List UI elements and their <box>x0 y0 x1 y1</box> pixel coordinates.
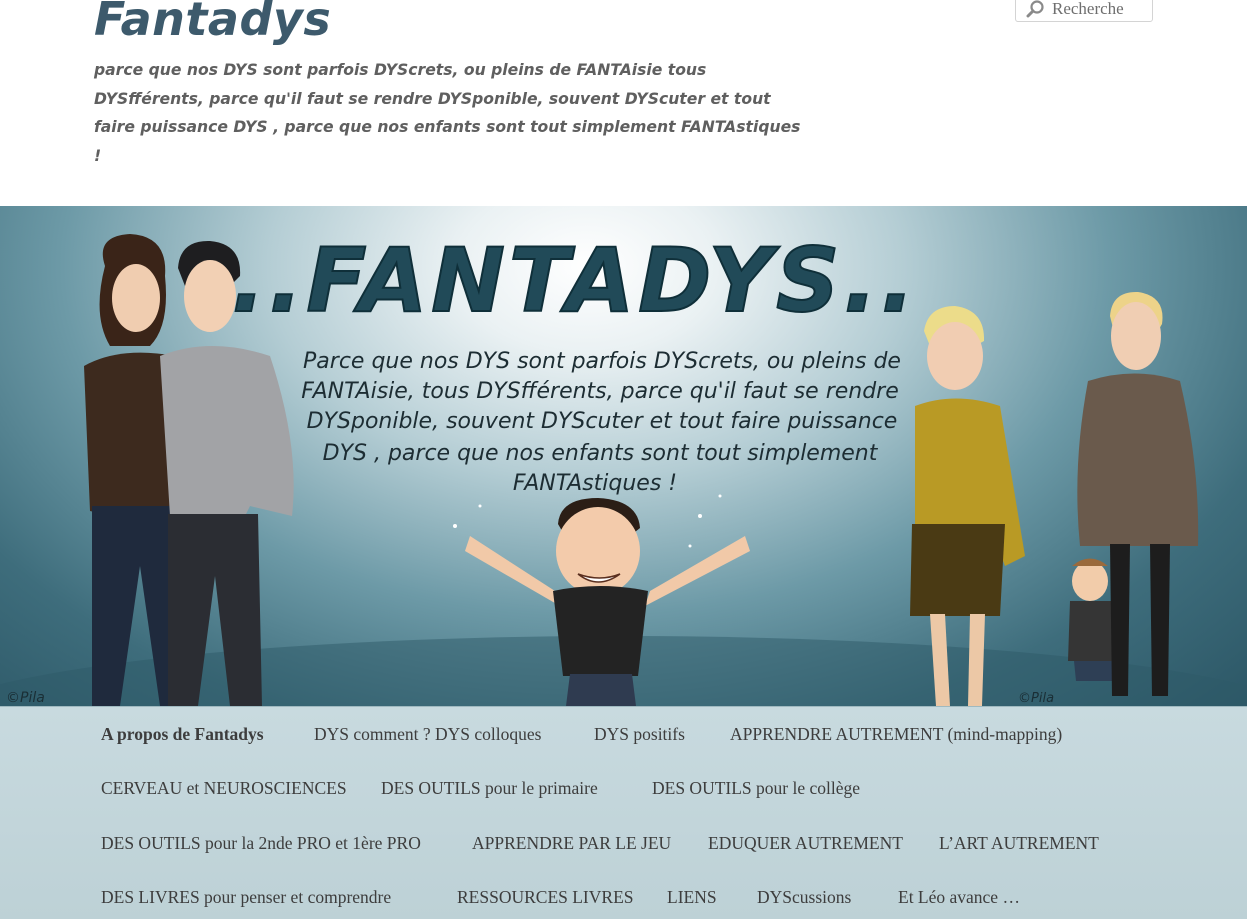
nav-item-liens[interactable]: LIENS <box>667 887 717 908</box>
nav-item-et-leo-avance[interactable]: Et Léo avance … <box>898 887 1020 908</box>
site-header: Fantadys parce que nos DYS sont parfois … <box>0 0 1247 206</box>
banner-quote-line: DYSponible, souvent DYScuter et tout fai… <box>307 409 898 434</box>
header-banner-image[interactable]: ..FANTADYS.. Parce que nos DYS sont parf… <box>0 206 1247 706</box>
banner-quote-line: DYS , parce que nos enfants sont tout si… <box>323 441 879 466</box>
banner-quote-line: FANTAstiques ! <box>513 471 677 496</box>
search-input[interactable]: Recherche <box>1052 0 1124 19</box>
nav-item-outils-primaire[interactable]: DES OUTILS pour le primaire <box>381 778 598 799</box>
nav-item-apprendre-jeu[interactable]: APPRENDRE PAR LE JEU <box>472 833 671 854</box>
nav-item-outils-pro[interactable]: DES OUTILS pour la 2nde PRO et 1ère PRO <box>101 833 421 854</box>
banner-quote: Parce que nos DYS sont parfois DYScrets,… <box>301 349 901 496</box>
search-box[interactable]: Recherche <box>1015 0 1153 22</box>
site-tagline: parce que nos DYS sont parfois DYScrets,… <box>94 61 801 165</box>
signature-left: ©Pila <box>6 690 45 706</box>
nav-item-outils-college[interactable]: DES OUTILS pour le collège <box>652 778 860 799</box>
nav-item-livres-penser[interactable]: DES LIVRES pour penser et comprendre <box>101 887 391 908</box>
nav-item-cerveau[interactable]: CERVEAU et NEUROSCIENCES <box>101 778 347 799</box>
banner-quote-line: Parce que nos DYS sont parfois DYScrets,… <box>303 349 901 374</box>
nav-item-a-propos[interactable]: A propos de Fantadys <box>101 724 264 745</box>
nav-item-dyscussions[interactable]: DYScussions <box>757 887 851 908</box>
banner-logo-text: ..FANTADYS.. <box>232 229 919 332</box>
nav-item-apprendre-autrement[interactable]: APPRENDRE AUTREMENT (mind-mapping) <box>730 724 1062 745</box>
main-navigation: A propos de Fantadys DYS comment ? DYS c… <box>0 706 1247 919</box>
nav-item-eduquer-autrement[interactable]: EDUQUER AUTREMENT <box>708 833 903 854</box>
banner-quote-line: FANTAisie, tous DYSfférents, parce qu'il… <box>301 379 899 404</box>
site-title[interactable]: Fantadys <box>94 0 331 46</box>
search-icon <box>1026 0 1044 18</box>
banner-illustration: ..FANTADYS.. Parce que nos DYS sont parf… <box>0 228 1247 706</box>
nav-item-ressources-livres[interactable]: RESSOURCES LIVRES <box>457 887 634 908</box>
nav-item-art-autrement[interactable]: L’ART AUTREMENT <box>939 833 1099 854</box>
nav-item-dys-comment[interactable]: DYS comment ? DYS colloques <box>314 724 541 745</box>
signature-right: ©Pila <box>1018 691 1054 706</box>
nav-item-dys-positifs[interactable]: DYS positifs <box>594 724 685 745</box>
